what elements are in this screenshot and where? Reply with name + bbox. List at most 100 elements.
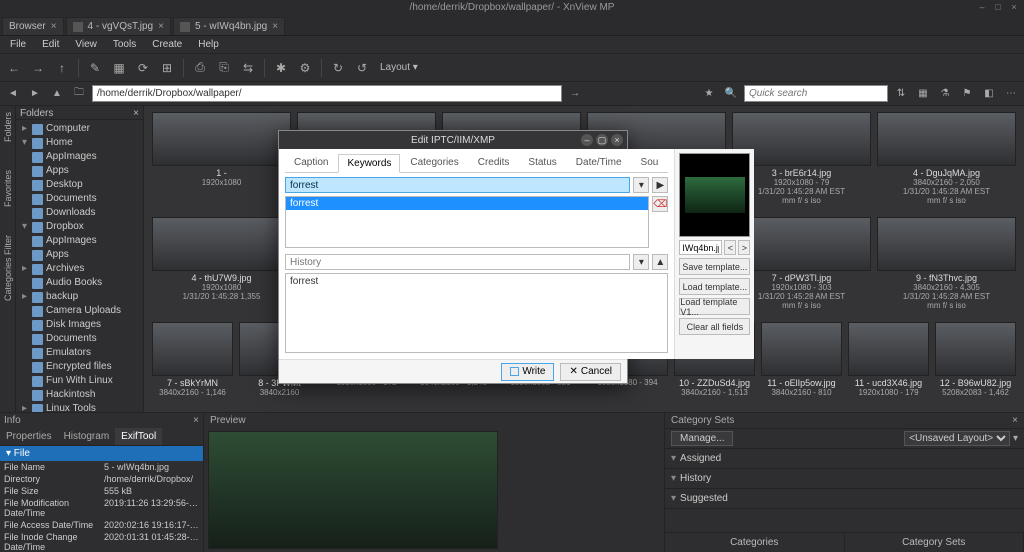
tree-node[interactable]: Disk Images — [18, 318, 141, 332]
more-button[interactable]: ⋯ — [1002, 85, 1020, 103]
toolbar-button-13[interactable]: ↺ — [352, 58, 372, 78]
thumbnail[interactable]: 11 - oElIp5ow.jpg3840x2160 - 810 — [761, 322, 842, 397]
clear-fields-button[interactable]: Clear all fields — [679, 318, 750, 335]
thumbnail[interactable]: 4 - thU7W9.jpg1920x10801/31/20 1:45:28 1… — [152, 217, 291, 310]
thumbnail[interactable]: 11 - ucd3X46.jpg1920x1080 - 179 — [848, 322, 929, 397]
dialog-prev-button[interactable]: < — [724, 240, 736, 255]
info-tab[interactable]: Histogram — [58, 428, 116, 445]
cat-close-icon[interactable]: × — [1012, 415, 1018, 426]
address-input[interactable] — [92, 85, 562, 102]
info-section-file[interactable]: ▾ File — [0, 446, 203, 461]
dialog-tab[interactable]: Sou — [632, 153, 668, 172]
toolbar-button-2[interactable]: ↑ — [52, 58, 72, 78]
tree-node[interactable]: Fun With Linux — [18, 374, 141, 388]
cat-more-icon[interactable]: ▾ — [1013, 433, 1018, 444]
dialog-max-button[interactable]: ▢ — [596, 134, 608, 146]
menu-file[interactable]: File — [4, 37, 32, 52]
disclosure-icon[interactable]: ▸ — [20, 262, 29, 276]
keyword-item[interactable]: forrest — [286, 197, 648, 210]
nav-go-button[interactable]: → — [566, 85, 584, 103]
nav-up-button[interactable]: ▲ — [48, 85, 66, 103]
flag-button[interactable]: ⚑ — [958, 85, 976, 103]
tree-node[interactable]: Downloads — [18, 206, 141, 220]
disclosure-icon[interactable]: ▾ — [671, 473, 676, 484]
layout-dropdown[interactable]: Layout ▾ — [376, 62, 422, 73]
nav-forward-button[interactable]: ► — [26, 85, 44, 103]
info-close-icon[interactable]: × — [193, 415, 199, 426]
thumbnail[interactable]: 4 - DguJqMA.jpg3840x2160 - 2,0501/31/20 … — [877, 112, 1016, 205]
dialog-tab[interactable]: Categories — [401, 153, 467, 172]
dialog-next-button[interactable]: > — [738, 240, 750, 255]
toolbar-button-0[interactable]: ← — [4, 58, 24, 78]
dialog-tab[interactable]: Keywords — [338, 154, 400, 173]
tree-node[interactable]: Documents — [18, 332, 141, 346]
tree-node[interactable]: Apps — [18, 164, 141, 178]
dialog-min-button[interactable]: – — [581, 134, 593, 146]
menu-tools[interactable]: Tools — [107, 37, 142, 52]
doc-tab[interactable]: Browser× — [2, 17, 64, 35]
toolbar-button-10[interactable]: ✱ — [271, 58, 291, 78]
menu-create[interactable]: Create — [146, 37, 188, 52]
tree-node[interactable]: ▾Dropbox — [18, 220, 141, 234]
close-icon[interactable]: × — [51, 21, 57, 32]
tree-node[interactable]: Emulators — [18, 346, 141, 360]
history-up-button[interactable]: ▲ — [652, 254, 668, 270]
thumbnail[interactable]: 7 - sBkYrMN3840x2160 - 1,146 — [152, 322, 233, 397]
category-section[interactable]: ▾History — [665, 469, 1024, 489]
tree-node[interactable]: Encrypted files — [18, 360, 141, 374]
tree-node[interactable]: Audio Books — [18, 276, 141, 290]
history-item[interactable]: forrest — [290, 276, 663, 287]
history-select[interactable] — [285, 254, 630, 270]
disclosure-icon[interactable]: ▾ — [671, 493, 676, 504]
dialog-tab[interactable]: Caption — [285, 153, 337, 172]
thumbnail[interactable]: 1 -1920x1080 — [152, 112, 291, 205]
toolbar-button-3[interactable]: ✎ — [85, 58, 105, 78]
thumbnail[interactable]: 9 - fN3Thvc.jpg3840x2160 - 4,3051/31/20 … — [877, 217, 1016, 310]
tree-node[interactable]: AppImages — [18, 150, 141, 164]
viewmode-button[interactable]: ▦ — [914, 85, 932, 103]
toolbar-button-6[interactable]: ⊞ — [157, 58, 177, 78]
save-template-button[interactable]: Save template... — [679, 258, 750, 275]
category-section[interactable]: ▾Suggested — [665, 489, 1024, 509]
write-button[interactable]: Write — [501, 363, 554, 381]
manage-button[interactable]: Manage... — [671, 431, 733, 446]
close-icon[interactable]: × — [158, 21, 164, 32]
tree-node[interactable]: Apps — [18, 248, 141, 262]
toolbar-button-1[interactable]: → — [28, 58, 48, 78]
filter-button[interactable]: ⚗ — [936, 85, 954, 103]
load-template-button[interactable]: Load template... — [679, 278, 750, 295]
dialog-close-button[interactable]: × — [611, 134, 623, 146]
toolbar-button-9[interactable]: ⇆ — [238, 58, 258, 78]
layout-select[interactable]: <Unsaved Layout> — [904, 431, 1010, 446]
dialog-tab[interactable]: Credits — [469, 153, 519, 172]
category-footer-tab[interactable]: Category Sets — [845, 533, 1024, 552]
sort-button[interactable]: ⇅ — [892, 85, 910, 103]
menu-help[interactable]: Help — [192, 37, 225, 52]
rail-tab[interactable]: Folders — [3, 112, 13, 142]
keyword-dropdown-button[interactable]: ▾ — [633, 177, 649, 193]
keyword-list[interactable]: forrest — [285, 196, 649, 248]
tree-node[interactable]: AppImages — [18, 234, 141, 248]
history-dropdown-button[interactable]: ▾ — [633, 254, 649, 270]
keyword-apply-button[interactable]: ▶ — [652, 177, 668, 193]
keyword-remove-button[interactable]: ⌫ — [652, 196, 668, 212]
tree-node[interactable]: ▸Computer — [18, 122, 141, 136]
tree-node[interactable]: Desktop — [18, 178, 141, 192]
folders-close-icon[interactable]: × — [133, 108, 139, 117]
toolbar-button-11[interactable]: ⚙ — [295, 58, 315, 78]
nav-back-button[interactable]: ◄ — [4, 85, 22, 103]
toolbar-button-5[interactable]: ⟳ — [133, 58, 153, 78]
dialog-tab[interactable]: Date/Time — [567, 153, 631, 172]
category-section[interactable]: ▾Assigned — [665, 449, 1024, 469]
close-icon[interactable]: × — [272, 21, 278, 32]
doc-tab[interactable]: 4 - vgVQsT.jpg× — [66, 17, 171, 35]
dialog-tab[interactable]: Status — [519, 153, 565, 172]
disclosure-icon[interactable]: ▾ — [671, 453, 676, 464]
load-template-v1-button[interactable]: Load template V1... — [679, 298, 750, 315]
keyword-input[interactable] — [285, 177, 630, 193]
rail-tab[interactable]: Favorites — [3, 170, 13, 207]
history-list[interactable]: forrest — [285, 273, 668, 353]
category-footer-tab[interactable]: Categories — [665, 533, 845, 552]
window-close-button[interactable]: × — [1008, 1, 1020, 13]
toolbar-button-4[interactable]: ▦ — [109, 58, 129, 78]
